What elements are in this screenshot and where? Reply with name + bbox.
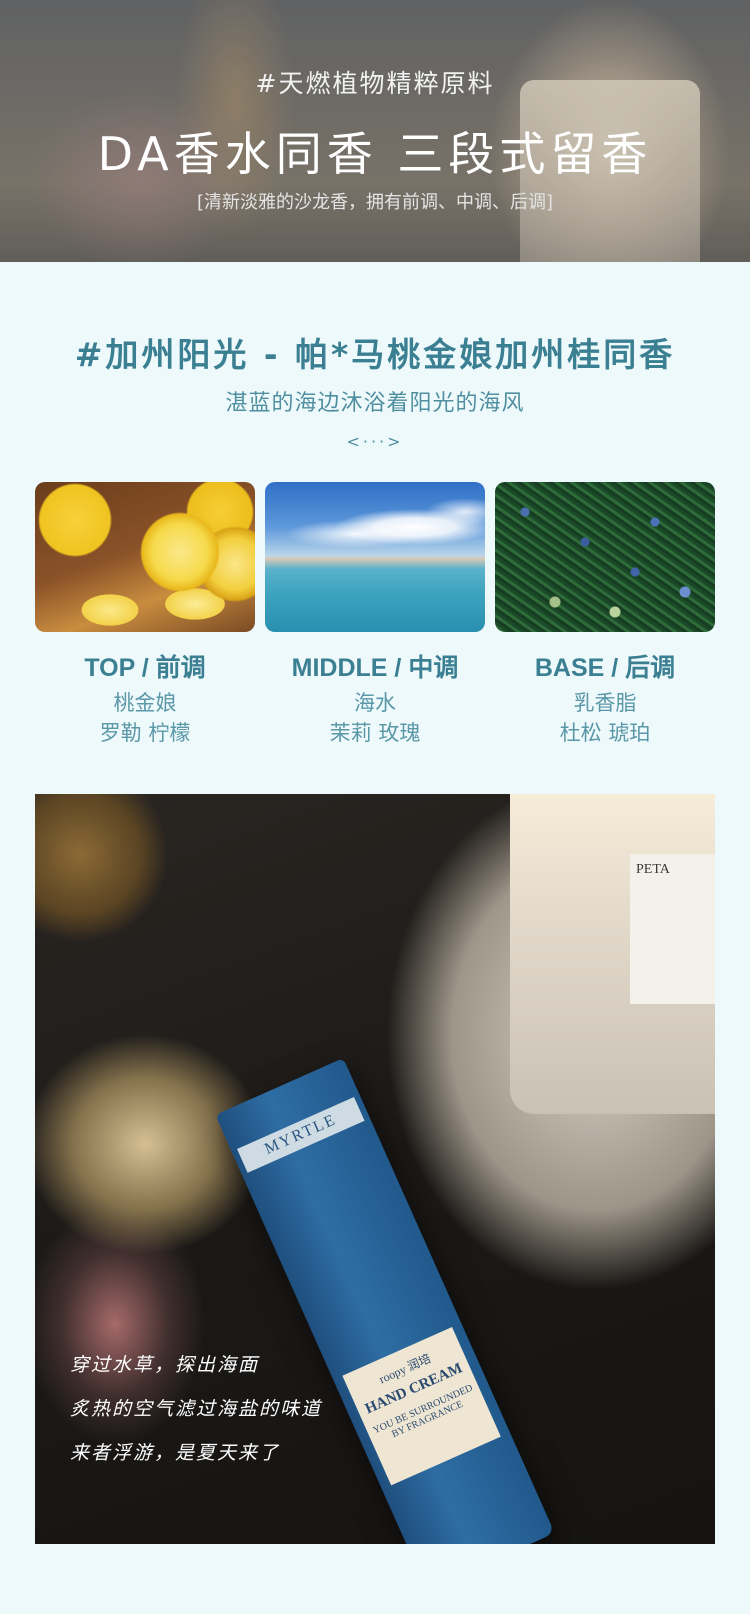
scent-title: #加州阳光 - 帕*马桃金娘加州桂同香 <box>74 335 676 374</box>
lemon-image <box>35 482 255 632</box>
hero-title: DA香水同香 三段式留香 <box>97 127 653 181</box>
candle-label: PETA <box>630 854 715 1004</box>
base-note-line1: 乳香脂 <box>573 691 637 715</box>
carousel-pager[interactable]: <···> <box>0 432 750 451</box>
top-note: TOP / 前调 桃金娘 罗勒 柠檬 <box>35 648 255 744</box>
poem-line-3: 来者浮游，是夏天来了 <box>70 1442 281 1464</box>
base-note: BASE / 后调 乳香脂 杜松 琥珀 <box>495 648 715 744</box>
top-note-label: TOP / 前调 <box>84 654 206 682</box>
hero-banner: #天燃植物精粹原料 DA香水同香 三段式留香 [清新淡雅的沙龙香，拥有前调、中调… <box>0 0 750 262</box>
product-photo: PETA MYRTLE roopy 润培 HAND CREAM YOU BE S… <box>35 794 715 1544</box>
poem-line-2: 炙热的空气滤过海盐的味道 <box>70 1398 323 1420</box>
hero-subtitle: [清新淡雅的沙龙香，拥有前调、中调、后调] <box>196 192 554 213</box>
middle-note-line1: 海水 <box>354 691 396 715</box>
poem-line-1: 穿过水草，探出海面 <box>70 1354 260 1376</box>
scent-subtitle: 湛蓝的海边沐浴着阳光的海风 <box>225 391 525 416</box>
poem: 穿过水草，探出海面 炙热的空气滤过海盐的味道 来者浮游，是夏天来了 <box>70 1343 322 1475</box>
tube-band: MYRTLE <box>237 1096 365 1173</box>
base-note-line2: 杜松 琥珀 <box>559 721 651 745</box>
hero-tag: #天燃植物精粹原料 <box>255 69 495 98</box>
top-note-line2: 罗勒 柠檬 <box>99 721 191 745</box>
middle-note: MIDDLE / 中调 海水 茉莉 玫瑰 <box>265 648 485 744</box>
middle-note-line2: 茉莉 玫瑰 <box>329 721 421 745</box>
juniper-image <box>495 482 715 632</box>
sea-image <box>265 482 485 632</box>
top-note-line1: 桃金娘 <box>113 691 177 715</box>
middle-note-label: MIDDLE / 中调 <box>291 654 459 682</box>
tube-panel: roopy 润培 HAND CREAM YOU BE SURROUNDED BY… <box>342 1327 501 1486</box>
base-note-label: BASE / 后调 <box>534 654 676 682</box>
